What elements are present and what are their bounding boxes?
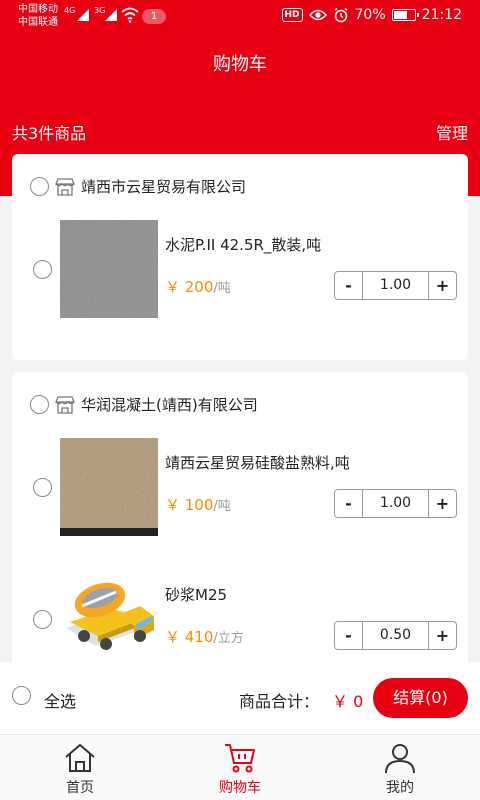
notification-badge: 1 — [142, 9, 166, 24]
carrier-info: 中国移动 中国联通 — [18, 3, 58, 29]
alarm-icon — [334, 7, 347, 23]
tab-home[interactable]: 首页 — [0, 735, 160, 800]
price-value: ￥ 100 — [165, 496, 214, 514]
shop-header: 靖西市云星贸易有限公司 — [30, 176, 246, 197]
cart-item: 靖西云星贸易硅酸盐熟料,吨 ￥ 100/吨 - 1.00 + — [12, 438, 468, 538]
user-icon — [385, 744, 415, 774]
quantity-input[interactable]: 0.50 — [362, 622, 429, 649]
clinker-photo[interactable] — [60, 438, 158, 536]
battery-percent: 70% — [354, 7, 386, 23]
signal-icon — [77, 9, 89, 21]
network-type-1: 4G — [64, 6, 76, 15]
shop-name[interactable]: 华润混凝土(靖西)有限公司 — [81, 394, 258, 415]
price-unit: /吨 — [213, 499, 231, 514]
quantity-stepper: - 1.00 + — [334, 271, 457, 300]
tab-mine[interactable]: 我的 — [320, 735, 480, 800]
product-name[interactable]: 靖西云星贸易硅酸盐熟料,吨 — [165, 452, 350, 473]
total-label: 商品合计： — [239, 692, 320, 711]
item-select-radio[interactable] — [33, 260, 52, 279]
carrier-1: 中国移动 — [18, 4, 58, 15]
quantity-stepper: - 1.00 + — [334, 489, 457, 518]
checkout-bar: 全选 商品合计： ￥ 0 结算(0) — [0, 662, 480, 734]
tab-label: 首页 — [66, 780, 94, 796]
checkout-button[interactable]: 结算(0) — [373, 678, 468, 718]
shop-card: 靖西市云星贸易有限公司 水泥P.II 42.5R_散装,吨 ￥ 200/吨 - … — [12, 154, 468, 360]
increase-button[interactable]: + — [429, 622, 456, 649]
total-value: ￥ 0 — [332, 692, 364, 711]
decrease-button[interactable]: - — [335, 272, 362, 299]
page-title: 购物车 — [213, 54, 267, 75]
shop-select-radio[interactable] — [30, 395, 49, 414]
item-select-radio[interactable] — [33, 478, 52, 497]
cement-photo[interactable] — [60, 220, 158, 318]
signal-icon-2 — [105, 9, 117, 21]
clock: 21:12 — [421, 7, 462, 23]
wifi-icon — [121, 7, 139, 23]
status-right: HD 70% 21:12 — [281, 7, 462, 23]
product-price: ￥ 200/吨 — [165, 276, 231, 297]
item-select-radio[interactable] — [33, 610, 52, 629]
increase-button[interactable]: + — [429, 272, 456, 299]
product-name[interactable]: 砂浆M25 — [165, 584, 227, 605]
cart-icon — [225, 744, 255, 773]
quantity-input[interactable]: 1.00 — [362, 490, 429, 517]
manage-button[interactable]: 管理 — [436, 120, 468, 144]
price-unit: /吨 — [213, 281, 231, 296]
shop-select-radio[interactable] — [30, 177, 49, 196]
status-bar: 中国移动 中国联通 4G 3G 1 HD 70% 21:12 — [0, 0, 480, 34]
quantity-stepper: - 0.50 + — [334, 621, 457, 650]
store-icon — [55, 395, 75, 414]
price-value: ￥ 200 — [165, 278, 214, 296]
quantity-input[interactable]: 1.00 — [362, 272, 429, 299]
eye-comfort-icon — [308, 9, 327, 21]
tab-label: 购物车 — [219, 780, 261, 796]
cart-item: 砂浆M25 ￥ 410/立方 - 0.50 + — [12, 570, 468, 670]
select-all-label[interactable]: 全选 — [44, 688, 76, 712]
item-count: 共3件商品 — [12, 124, 87, 143]
price-value: ￥ 410 — [165, 628, 214, 646]
product-price: ￥ 100/吨 — [165, 494, 231, 515]
shop-card: 华润混凝土(靖西)有限公司 靖西云星贸易硅酸盐熟料,吨 ￥ 100/吨 - 1.… — [12, 372, 468, 672]
shop-name[interactable]: 靖西市云星贸易有限公司 — [81, 176, 246, 197]
tab-bar: 首页 购物车 我的 — [0, 734, 480, 800]
product-price: ￥ 410/立方 — [165, 626, 244, 647]
carrier-2: 中国联通 — [18, 17, 58, 28]
product-name[interactable]: 水泥P.II 42.5R_散装,吨 — [165, 234, 321, 255]
increase-button[interactable]: + — [429, 490, 456, 517]
cart-item: 水泥P.II 42.5R_散装,吨 ￥ 200/吨 - 1.00 + — [12, 220, 468, 320]
price-unit: /立方 — [213, 631, 244, 646]
home-icon — [65, 744, 95, 772]
mixer-truck-icon[interactable] — [60, 570, 158, 668]
tab-cart[interactable]: 购物车 — [160, 735, 320, 800]
decrease-button[interactable]: - — [335, 622, 362, 649]
store-icon — [55, 177, 75, 196]
select-all-radio[interactable] — [12, 686, 31, 705]
battery-icon — [391, 9, 419, 21]
shop-header: 华润混凝土(靖西)有限公司 — [30, 394, 258, 415]
hd-icon: HD — [281, 8, 303, 22]
decrease-button[interactable]: - — [335, 490, 362, 517]
tab-label: 我的 — [386, 780, 414, 796]
